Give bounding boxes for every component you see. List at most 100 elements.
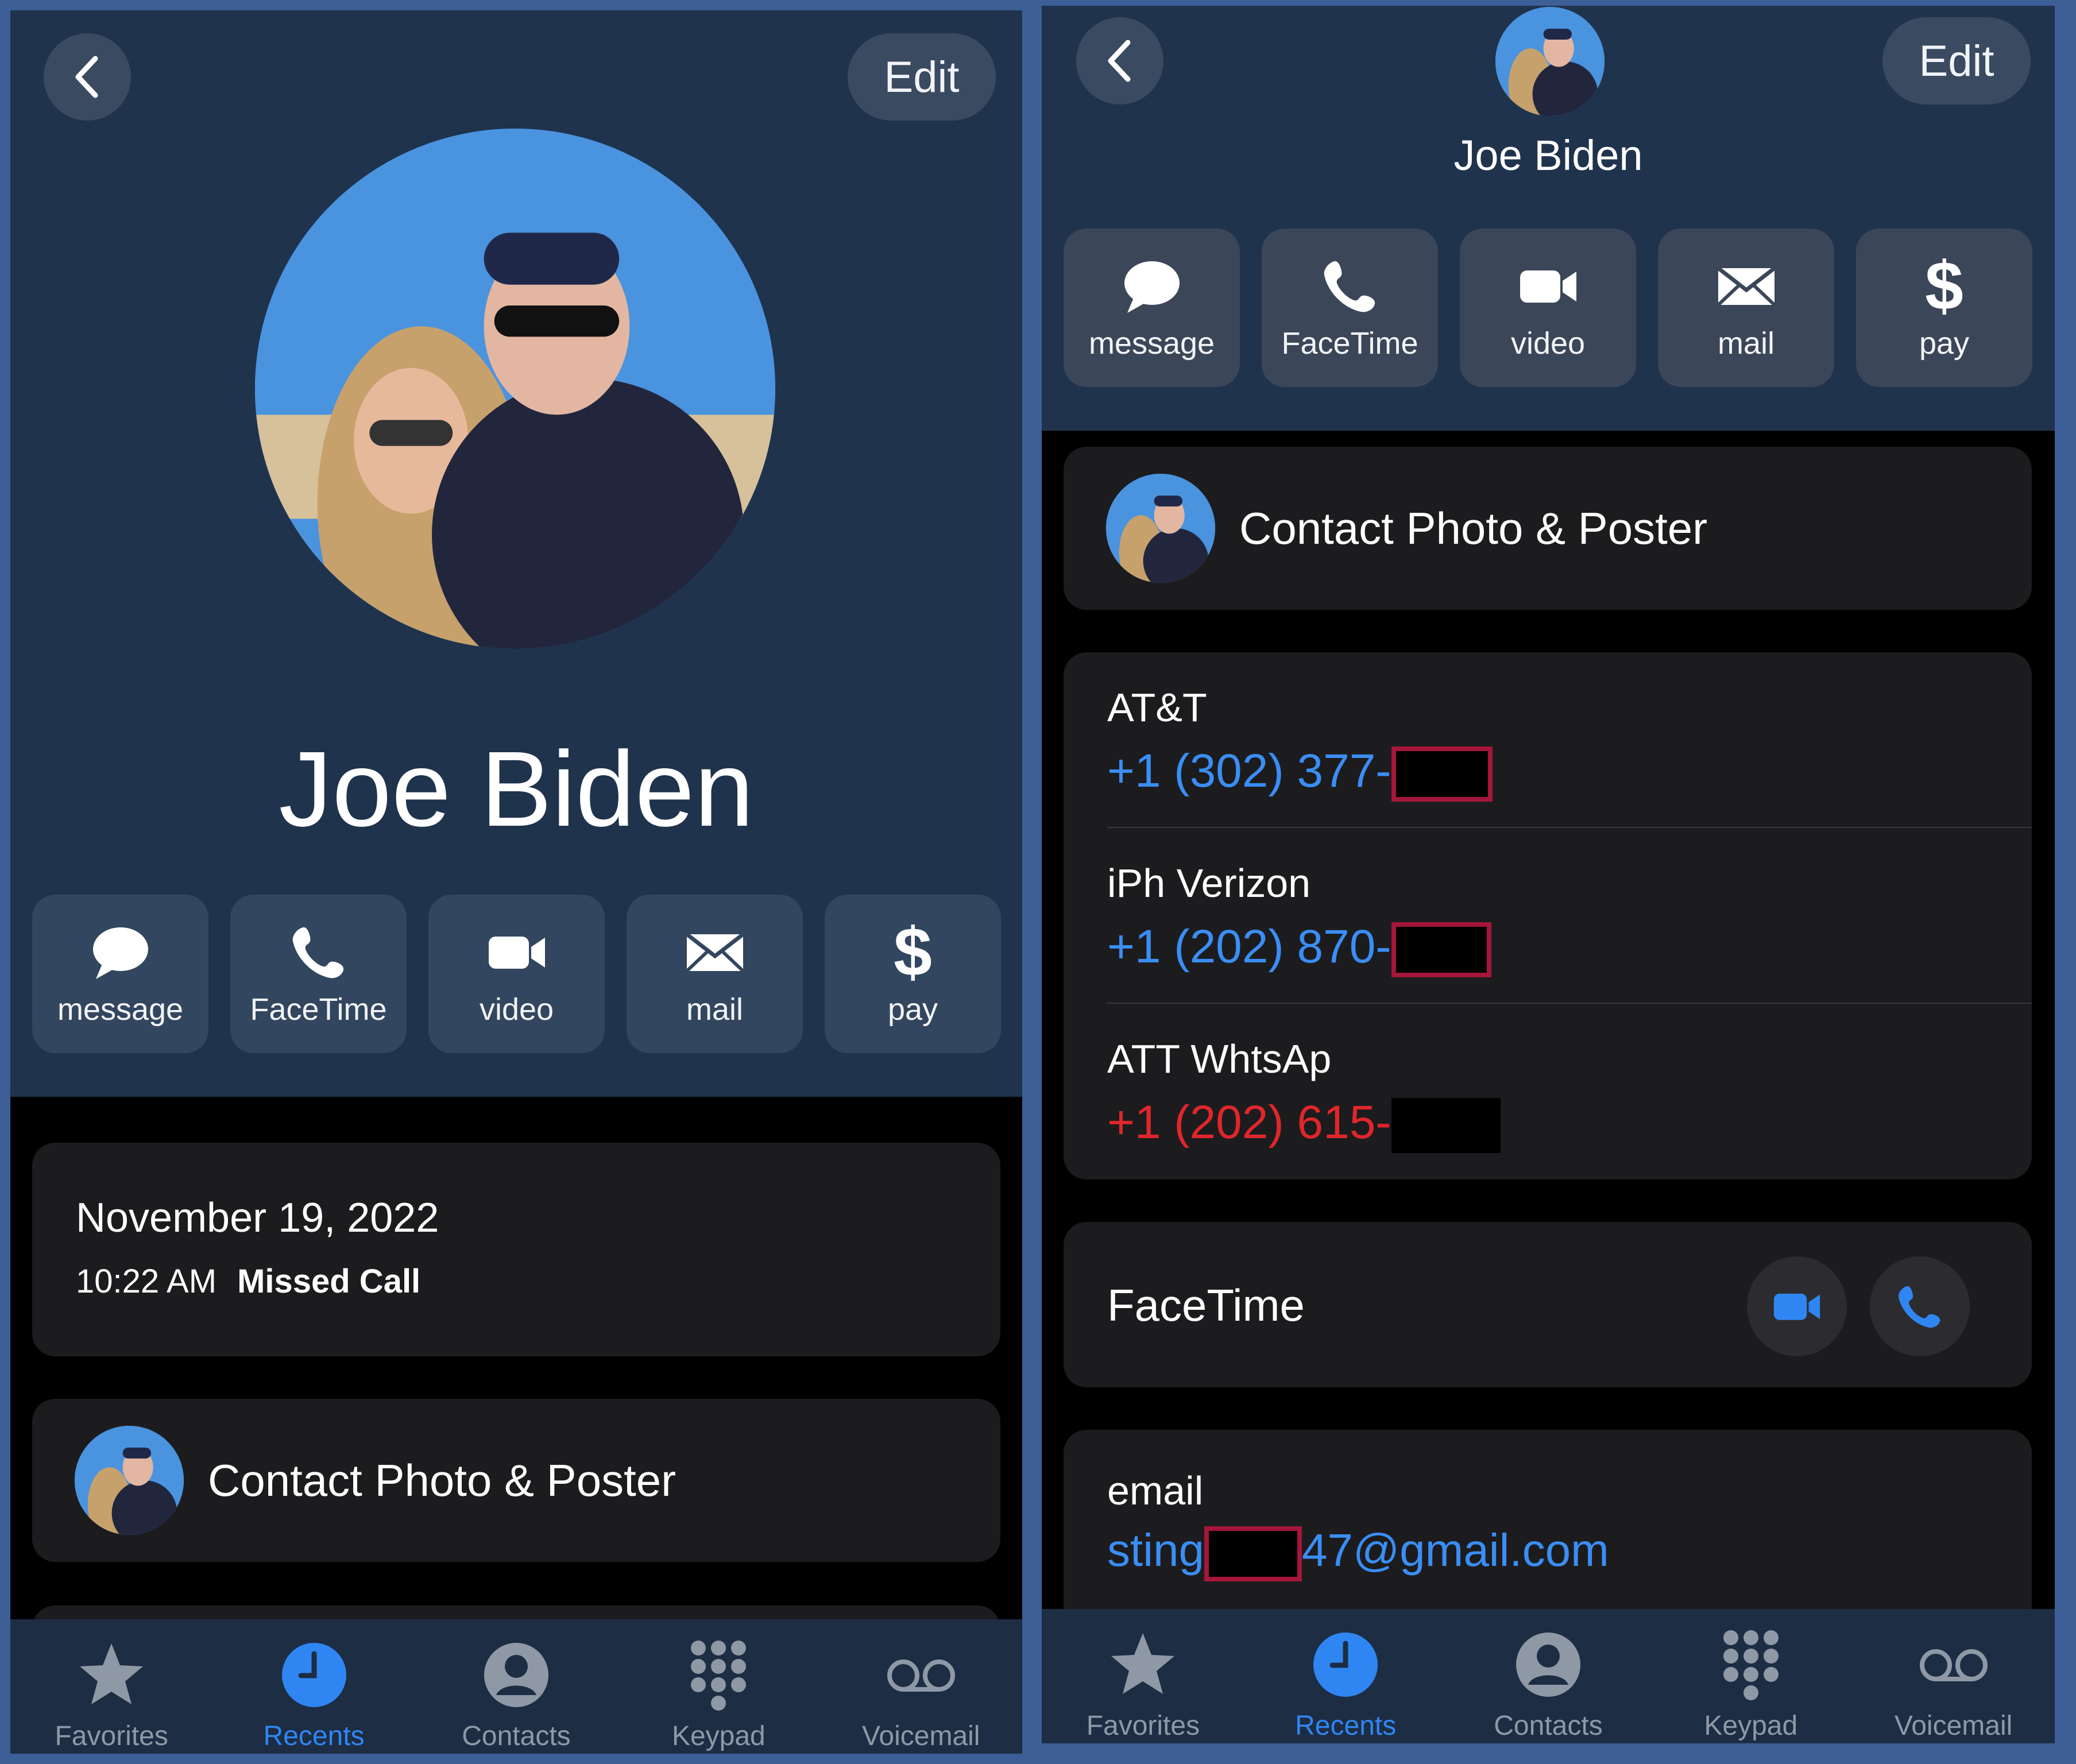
- redaction-box: [1391, 1098, 1501, 1154]
- phone-numbers-card: AT&T +1 (302) 377- iPh Verizon +1 (202) …: [1064, 652, 2032, 1179]
- back-button[interactable]: [44, 33, 131, 121]
- keypad-icon: [1714, 1627, 1788, 1702]
- star-icon: [74, 1638, 149, 1712]
- mail-icon: [683, 920, 747, 984]
- tab-label: Favorites: [55, 1721, 168, 1751]
- facetime-card: FaceTime: [1064, 1222, 2032, 1387]
- tab-recents[interactable]: Recents: [219, 1619, 409, 1752]
- keypad-icon: [681, 1638, 756, 1712]
- message-label: message: [1088, 326, 1215, 361]
- phone-label: iPh Verizon: [1107, 861, 1311, 906]
- phone-number[interactable]: +1 (302) 377-: [1107, 744, 1493, 802]
- contact-poster-row[interactable]: Contact Photo & Poster: [32, 1399, 1000, 1562]
- action-buttons: message FaceTime video mail $ pay: [32, 895, 1001, 1053]
- edit-button[interactable]: Edit: [848, 33, 996, 121]
- tab-keypad[interactable]: Keypad: [1656, 1609, 1846, 1742]
- tab-label: Recents: [263, 1721, 365, 1751]
- pay-label: pay: [887, 992, 938, 1027]
- contact-header: Edit Joe Biden message FaceTime video ma…: [10, 10, 1022, 1097]
- video-icon: [1517, 254, 1580, 318]
- mail-button[interactable]: mail: [1658, 229, 1834, 387]
- email-address[interactable]: sting 47@gmail.com: [1107, 1524, 1609, 1581]
- tab-label: Voicemail: [1894, 1711, 2013, 1741]
- tab-label: Contacts: [1494, 1711, 1603, 1741]
- edit-button[interactable]: Edit: [1882, 17, 2031, 105]
- contact-screen-right: Edit Joe Biden message FaceTime video ma…: [1042, 6, 2055, 1743]
- phone-label: ATT WhtsAp: [1107, 1036, 1332, 1081]
- back-button[interactable]: [1076, 17, 1163, 105]
- pay-button[interactable]: $ pay: [825, 895, 1001, 1053]
- phone-number[interactable]: +1 (202) 870-: [1107, 920, 1491, 978]
- redaction-box: [1391, 746, 1493, 802]
- message-button[interactable]: message: [1064, 229, 1240, 387]
- contact-name: Joe Biden: [279, 730, 754, 849]
- message-icon: [1120, 254, 1184, 318]
- message-button[interactable]: message: [32, 895, 208, 1053]
- chevron-left-icon: [1108, 40, 1131, 82]
- redaction-box: [1204, 1526, 1302, 1581]
- phone-row-verizon[interactable]: iPh Verizon +1 (202) 870-: [1064, 828, 2032, 1004]
- person-icon: [1511, 1627, 1586, 1702]
- facetime-label: FaceTime: [1107, 1280, 1305, 1330]
- tab-favorites[interactable]: Favorites: [1048, 1609, 1238, 1742]
- action-buttons: message FaceTime video mail $ pay: [1064, 229, 2032, 387]
- dollar-icon: $: [1925, 247, 1963, 324]
- facetime-audio-button[interactable]: [1870, 1256, 1970, 1356]
- contact-header-compact: Edit Joe Biden message FaceTime video ma…: [1042, 6, 2055, 431]
- tab-favorites[interactable]: Favorites: [17, 1619, 206, 1752]
- facetime-audio-button[interactable]: FaceTime: [230, 895, 407, 1053]
- phone-row-whatsapp[interactable]: ATT WhtsAp +1 (202) 615-: [1064, 1004, 2032, 1179]
- mail-button[interactable]: mail: [627, 895, 803, 1053]
- tab-keypad[interactable]: Keypad: [624, 1619, 813, 1752]
- tab-label: Recents: [1295, 1711, 1397, 1741]
- contact-photo: [255, 129, 775, 649]
- tab-voicemail[interactable]: Voicemail: [1859, 1609, 2048, 1742]
- clock-icon: [1308, 1627, 1383, 1702]
- phone-icon: [287, 920, 350, 984]
- phone-row-att[interactable]: AT&T +1 (302) 377-: [1064, 652, 2032, 828]
- redaction-box: [1391, 922, 1491, 978]
- contact-screen-left: Edit Joe Biden message FaceTime video ma…: [10, 10, 1022, 1754]
- video-button[interactable]: video: [428, 895, 605, 1053]
- facetime-audio-button[interactable]: FaceTime: [1262, 229, 1438, 387]
- dollar-icon: $: [894, 914, 932, 991]
- phone-label: AT&T: [1107, 685, 1207, 730]
- phone-icon: [1898, 1286, 1940, 1328]
- poster-label: Contact Photo & Poster: [208, 1454, 676, 1506]
- video-icon: [1773, 1293, 1820, 1320]
- contact-poster-row[interactable]: Contact Photo & Poster: [1064, 447, 2032, 610]
- call-time: 10:22 AM: [76, 1263, 217, 1300]
- facetime-video-button[interactable]: [1747, 1256, 1847, 1356]
- video-button[interactable]: video: [1460, 229, 1636, 387]
- tab-voicemail[interactable]: Voicemail: [826, 1619, 1016, 1752]
- pay-label: pay: [1919, 326, 1970, 361]
- facetime-label: FaceTime: [250, 992, 387, 1027]
- poster-label: Contact Photo & Poster: [1239, 502, 1708, 554]
- video-icon: [485, 920, 548, 984]
- tab-recents[interactable]: Recents: [1251, 1609, 1440, 1742]
- tab-contacts[interactable]: Contacts: [422, 1619, 611, 1752]
- facetime-label: FaceTime: [1281, 326, 1418, 361]
- tab-label: Voicemail: [862, 1721, 980, 1751]
- call-time-row: 10:22 AM Missed Call: [76, 1262, 420, 1301]
- chevron-left-icon: [75, 56, 98, 98]
- person-icon: [479, 1638, 554, 1712]
- tab-bar: Favorites Recents Contacts Keypad Voicem…: [1042, 1609, 2055, 1743]
- call-date: November 19, 2022: [76, 1195, 439, 1241]
- contact-name: Joe Biden: [1453, 131, 1643, 179]
- tab-label: Favorites: [1086, 1711, 1200, 1741]
- phone-number[interactable]: +1 (202) 615-: [1107, 1096, 1501, 1154]
- mail-label: mail: [686, 992, 743, 1027]
- video-label: video: [479, 992, 554, 1027]
- message-label: message: [57, 992, 184, 1027]
- video-label: video: [1510, 326, 1586, 361]
- contact-photo-small: [1495, 7, 1605, 116]
- star-icon: [1105, 1627, 1180, 1702]
- pay-button[interactable]: $ pay: [1856, 229, 2032, 387]
- tab-contacts[interactable]: Contacts: [1453, 1609, 1643, 1742]
- voicemail-icon: [1916, 1627, 1991, 1702]
- voicemail-icon: [884, 1638, 958, 1712]
- recent-call-card: November 19, 2022 10:22 AM Missed Call: [32, 1143, 1000, 1356]
- mail-icon: [1715, 254, 1778, 318]
- tab-label: Keypad: [1704, 1711, 1798, 1741]
